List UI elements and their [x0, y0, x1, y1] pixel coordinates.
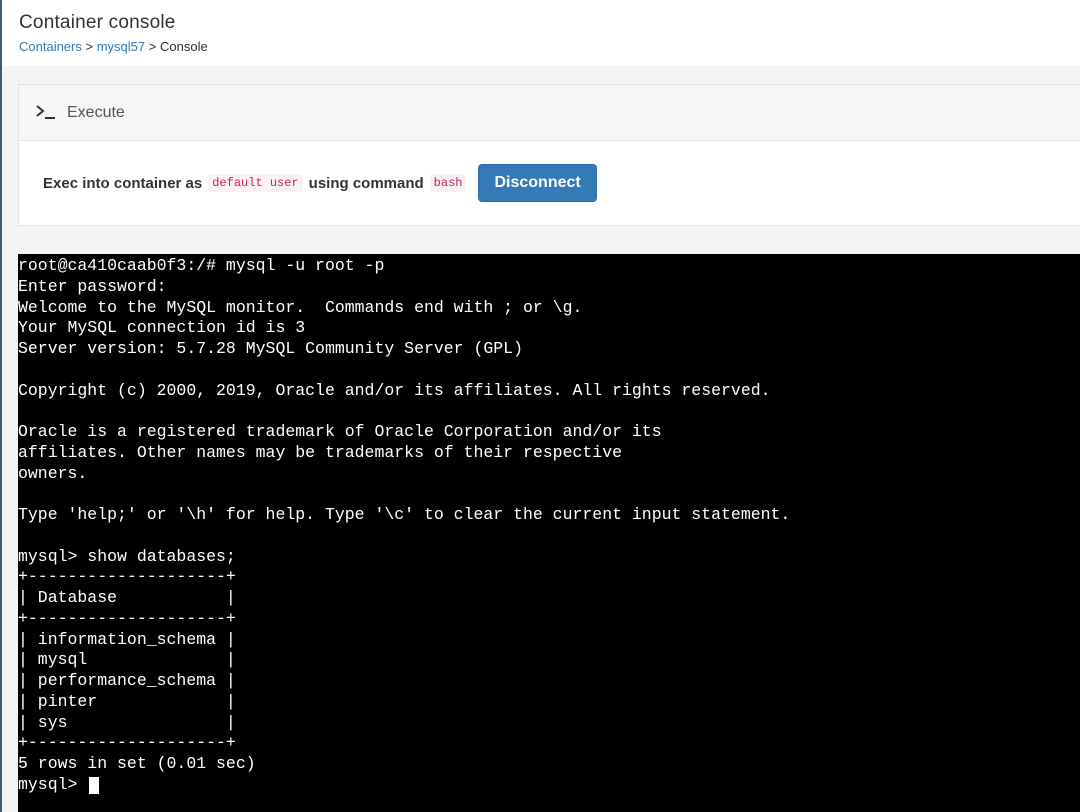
- exec-row: Exec into container as default user usin…: [43, 164, 597, 202]
- breadcrumb-separator: >: [85, 39, 94, 54]
- breadcrumb-container-link[interactable]: mysql57: [97, 39, 145, 54]
- exec-user-code: default user: [208, 174, 303, 192]
- terminal-cursor: [89, 776, 100, 794]
- terminal-output: root@ca410caab0f3:/# mysql -u root -p En…: [18, 256, 791, 773]
- exec-command-code: bash: [429, 174, 467, 192]
- execute-widget-title: Execute: [67, 104, 125, 121]
- execute-widget: Execute Exec into container as default u…: [18, 84, 1080, 226]
- breadcrumb-current: Console: [159, 39, 208, 54]
- exec-text-prefix: Exec into container as: [43, 174, 203, 192]
- terminal-icon: [36, 105, 55, 119]
- terminal-window[interactable]: root@ca410caab0f3:/# mysql -u root -p En…: [18, 254, 1080, 812]
- breadcrumb-separator: >: [148, 39, 157, 54]
- execute-widget-header: Execute: [19, 85, 1080, 141]
- terminal-prompt: mysql>: [18, 774, 88, 794]
- app-sidebar-edge: [0, 0, 2, 812]
- terminal-prompt-line[interactable]: mysql>: [18, 775, 1080, 796]
- page-title: Container console: [19, 12, 176, 33]
- disconnect-button[interactable]: Disconnect: [478, 164, 597, 202]
- breadcrumb-containers-link[interactable]: Containers: [19, 39, 82, 54]
- exec-text-middle: using command: [308, 174, 424, 192]
- page-header: Container console Containers > mysql57 >…: [2, 0, 1080, 66]
- execute-widget-body: Exec into container as default user usin…: [19, 141, 1080, 225]
- breadcrumb: Containers > mysql57 > Console: [19, 39, 208, 54]
